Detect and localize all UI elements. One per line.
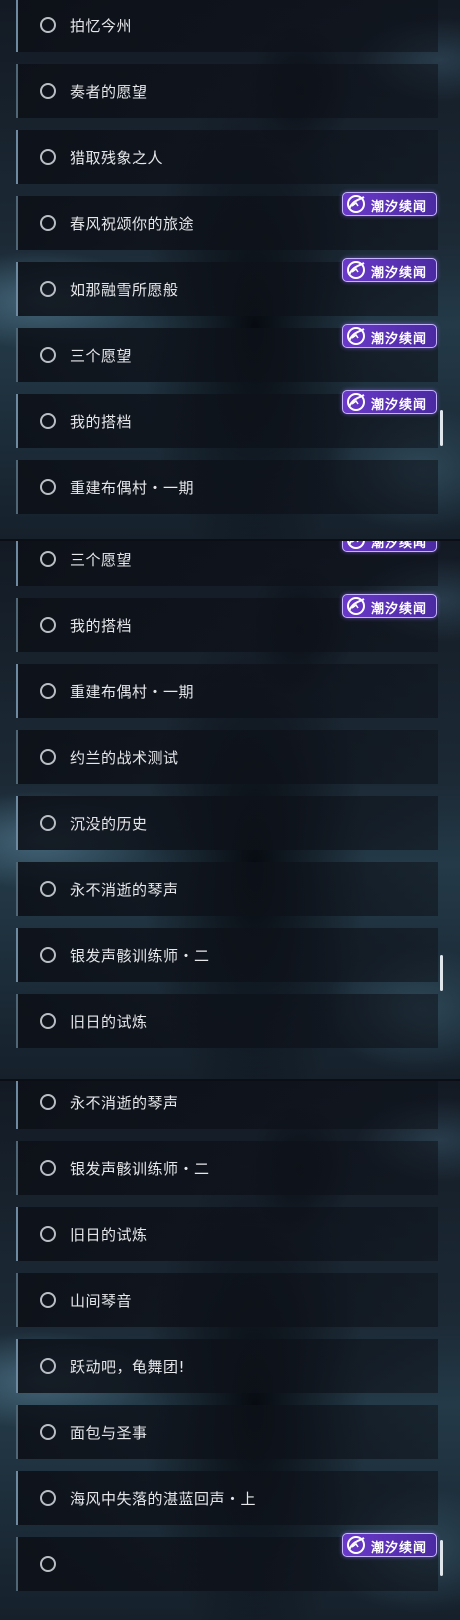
tide-badge: 潮汐续闻 bbox=[342, 324, 437, 348]
quest-title: 猎取残象之人 bbox=[70, 149, 164, 167]
radio-circle-icon bbox=[40, 947, 56, 963]
radio-circle-icon bbox=[40, 683, 56, 699]
quest-title: 我的搭档 bbox=[70, 617, 133, 635]
tide-mark-icon bbox=[345, 326, 367, 346]
quest-list-item[interactable]: 猎取残象之人 bbox=[16, 130, 438, 184]
radio-circle-icon bbox=[40, 215, 56, 231]
quest-title: 旧日的试炼 bbox=[70, 1013, 148, 1031]
quest-list-item[interactable]: 永不消逝的琴声 bbox=[16, 1080, 438, 1129]
tide-mark-icon bbox=[345, 596, 367, 616]
quest-title: 拍忆今州 bbox=[70, 17, 133, 35]
screenshot-divider bbox=[0, 1079, 460, 1081]
radio-circle-icon bbox=[40, 815, 56, 831]
radio-circle-icon bbox=[40, 1094, 56, 1110]
tide-mark-icon bbox=[345, 392, 367, 412]
quest-list-item[interactable]: 永不消逝的琴声 bbox=[16, 862, 438, 916]
quest-title: 海风中失落的湛蓝回声・上 bbox=[70, 1490, 257, 1508]
quest-title: 我的搭档 bbox=[70, 413, 133, 431]
quest-list-item[interactable]: 奏者的愿望 bbox=[16, 64, 438, 118]
quest-title: 旧日的试炼 bbox=[70, 1226, 148, 1244]
badge-label: 潮汐续闻 bbox=[371, 602, 428, 617]
radio-circle-icon bbox=[40, 479, 56, 495]
quest-list-item[interactable]: 重建布偶村・一期 bbox=[16, 460, 438, 514]
quest-list-item[interactable]: 约兰的战术测试 bbox=[16, 730, 438, 784]
badge-label: 潮汐续闻 bbox=[371, 1541, 428, 1556]
tide-badge: 潮汐续闻 bbox=[342, 1533, 437, 1557]
scrollbar-thumb[interactable] bbox=[440, 410, 443, 446]
radio-circle-icon bbox=[40, 1556, 56, 1572]
quest-list-panel-2: 三个愿望我的搭档重建布偶村・一期 约兰的战术测试 沉没的历史永不消逝的琴声银发声骸训… bbox=[0, 540, 460, 1080]
quest-title: 三个愿望 bbox=[70, 347, 133, 365]
quest-list-panel-3: 永不消逝的琴声银发声骸训练师・二 旧日的试炼山间琴音跃动吧，龟舞团! 面包与圣事海风… bbox=[0, 1080, 460, 1620]
quest-title: 重建布偶村・一期 bbox=[70, 479, 195, 497]
radio-circle-icon bbox=[40, 1490, 56, 1506]
scrollbar-thumb[interactable] bbox=[440, 955, 443, 991]
quest-list-item[interactable]: 面包与圣事 bbox=[16, 1405, 438, 1459]
screenshot-divider bbox=[0, 539, 460, 541]
radio-circle-icon bbox=[40, 83, 56, 99]
quest-title: 奏者的愿望 bbox=[70, 83, 148, 101]
radio-circle-icon bbox=[40, 617, 56, 633]
quest-list-item[interactable]: 银发声骸训练师・二 bbox=[16, 928, 438, 982]
badge-label: 潮汐续闻 bbox=[371, 398, 428, 413]
quest-list-panel-1: 拍忆今州奏者的愿望猎取残象之人春风祝颂你的旅途 如那融雪所愿般 三个愿望我的搭档重建… bbox=[0, 0, 460, 540]
quest-list-item[interactable]: 重建布偶村・一期 bbox=[16, 664, 438, 718]
quest-list-item[interactable]: 拍忆今州 bbox=[16, 0, 438, 52]
quest-title: 三个愿望 bbox=[70, 551, 133, 569]
quest-list-item[interactable]: 旧日的试炼 bbox=[16, 1207, 438, 1261]
quest-title: 面包与圣事 bbox=[70, 1424, 148, 1442]
quest-title: 永不消逝的琴声 bbox=[70, 881, 179, 899]
radio-circle-icon bbox=[40, 1292, 56, 1308]
tide-mark-icon bbox=[345, 260, 367, 280]
badge-label: 潮汐续闻 bbox=[371, 266, 428, 281]
radio-circle-icon bbox=[40, 17, 56, 33]
quest-title: 春风祝颂你的旅途 bbox=[70, 215, 195, 233]
quest-list-item[interactable]: 海风中失落的湛蓝回声・上 bbox=[16, 1471, 438, 1525]
radio-circle-icon bbox=[40, 1226, 56, 1242]
badge-label: 潮汐续闻 bbox=[371, 200, 428, 215]
radio-circle-icon bbox=[40, 881, 56, 897]
scrollbar-thumb[interactable] bbox=[440, 1540, 443, 1576]
quest-list-item[interactable]: 山间琴音 bbox=[16, 1273, 438, 1327]
radio-circle-icon bbox=[40, 413, 56, 429]
tide-badge: 潮汐续闻 bbox=[342, 594, 437, 618]
radio-circle-icon bbox=[40, 149, 56, 165]
tide-badge: 潮汐续闻 bbox=[342, 258, 437, 282]
quest-title: 沉没的历史 bbox=[70, 815, 148, 833]
quest-title: 约兰的战术测试 bbox=[70, 749, 179, 767]
quest-title: 如那融雪所愿般 bbox=[70, 281, 179, 299]
tide-mark-icon bbox=[345, 540, 367, 550]
tide-badge: 潮汐续闻 bbox=[342, 192, 437, 216]
tide-badge: 潮汐续闻 bbox=[342, 540, 437, 552]
radio-circle-icon bbox=[40, 1424, 56, 1440]
quest-list-item[interactable]: 沉没的历史 bbox=[16, 796, 438, 850]
quest-title: 永不消逝的琴声 bbox=[70, 1094, 179, 1112]
tide-mark-icon bbox=[345, 1535, 367, 1555]
badge-label: 潮汐续闻 bbox=[371, 332, 428, 347]
quest-title: 重建布偶村・一期 bbox=[70, 683, 195, 701]
radio-circle-icon bbox=[40, 347, 56, 363]
badge-label: 潮汐续闻 bbox=[371, 540, 428, 551]
quest-list-item[interactable]: 跃动吧，龟舞团! bbox=[16, 1339, 438, 1393]
radio-circle-icon bbox=[40, 551, 56, 567]
radio-circle-icon bbox=[40, 1358, 56, 1374]
radio-circle-icon bbox=[40, 749, 56, 765]
quest-title: 跃动吧，龟舞团! bbox=[70, 1358, 186, 1376]
quest-title: 银发声骸训练师・二 bbox=[70, 947, 210, 965]
quest-title: 山间琴音 bbox=[70, 1292, 133, 1310]
radio-circle-icon bbox=[40, 1013, 56, 1029]
tide-badge: 潮汐续闻 bbox=[342, 390, 437, 414]
radio-circle-icon bbox=[40, 281, 56, 297]
quest-list-item[interactable]: 银发声骸训练师・二 bbox=[16, 1141, 438, 1195]
radio-circle-icon bbox=[40, 1160, 56, 1176]
quest-title: 银发声骸训练师・二 bbox=[70, 1160, 210, 1178]
tide-mark-icon bbox=[345, 194, 367, 214]
quest-list-item[interactable]: 旧日的试炼 bbox=[16, 994, 438, 1048]
